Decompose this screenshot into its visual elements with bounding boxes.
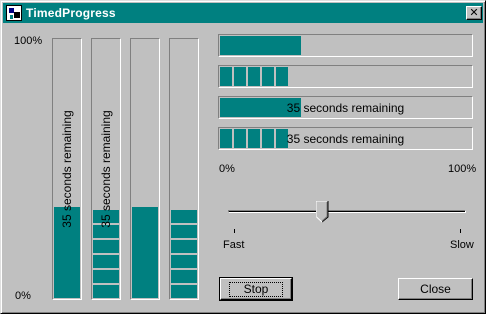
slider-fast-label: Fast bbox=[223, 239, 245, 251]
app-icon[interactable] bbox=[6, 5, 22, 21]
progress-segment bbox=[171, 210, 197, 223]
close-window-icon[interactable]: ✕ bbox=[466, 6, 482, 20]
progress-fill bbox=[220, 36, 301, 55]
stop-button[interactable]: Stop bbox=[219, 277, 293, 301]
progress-segment bbox=[171, 240, 197, 253]
progress-segment bbox=[234, 67, 246, 86]
title-bar[interactable]: TimedProgress ✕ bbox=[3, 3, 483, 23]
progress-segment bbox=[171, 270, 197, 283]
vertical-max-label: 100% bbox=[14, 35, 43, 47]
speed-slider-thumb[interactable] bbox=[316, 201, 329, 223]
close-button-label: Close bbox=[420, 282, 451, 296]
progress-segment bbox=[171, 255, 197, 268]
progress-text: 35 seconds remaining bbox=[286, 100, 405, 115]
progress-segment bbox=[171, 225, 197, 238]
progress-segment bbox=[171, 285, 197, 298]
stop-button-label: Stop bbox=[228, 281, 284, 297]
window-title: TimedProgress bbox=[26, 6, 116, 20]
timed-progress-window: TimedProgress ✕ 100% 0% 35 seconds remai… bbox=[0, 0, 486, 314]
horizontal-progress-smooth-text: 35 seconds remaining bbox=[218, 96, 473, 119]
vertical-progress-segmented-text: 35 seconds remaining bbox=[91, 38, 121, 300]
progress-segment bbox=[276, 67, 288, 86]
horizontal-max-label: 100% bbox=[448, 163, 477, 175]
speed-slider-track[interactable] bbox=[228, 210, 466, 213]
vertical-min-label: 0% bbox=[15, 290, 31, 302]
slider-tick-min bbox=[234, 229, 235, 233]
horizontal-progress-smooth bbox=[218, 34, 473, 57]
progress-segment bbox=[262, 67, 274, 86]
slider-slow-label: Slow bbox=[450, 239, 474, 251]
vertical-progress-smooth-text: 35 seconds remaining bbox=[52, 38, 82, 300]
close-button[interactable]: Close bbox=[398, 278, 473, 300]
progress-text: 35 seconds remaining bbox=[286, 131, 405, 146]
horizontal-progress-segmented bbox=[218, 65, 473, 88]
progress-segment bbox=[248, 67, 260, 86]
progress-segment bbox=[220, 67, 232, 86]
horizontal-progress-segmented-text: 35 seconds remaining bbox=[218, 127, 473, 150]
vertical-progress-segmented bbox=[169, 38, 199, 300]
progress-text: 35 seconds remaining bbox=[60, 110, 74, 228]
progress-fill bbox=[132, 207, 158, 298]
horizontal-min-label: 0% bbox=[219, 163, 235, 175]
slider-tick-max bbox=[460, 229, 461, 233]
vertical-progress-smooth bbox=[130, 38, 160, 300]
progress-text: 35 seconds remaining bbox=[99, 110, 113, 228]
